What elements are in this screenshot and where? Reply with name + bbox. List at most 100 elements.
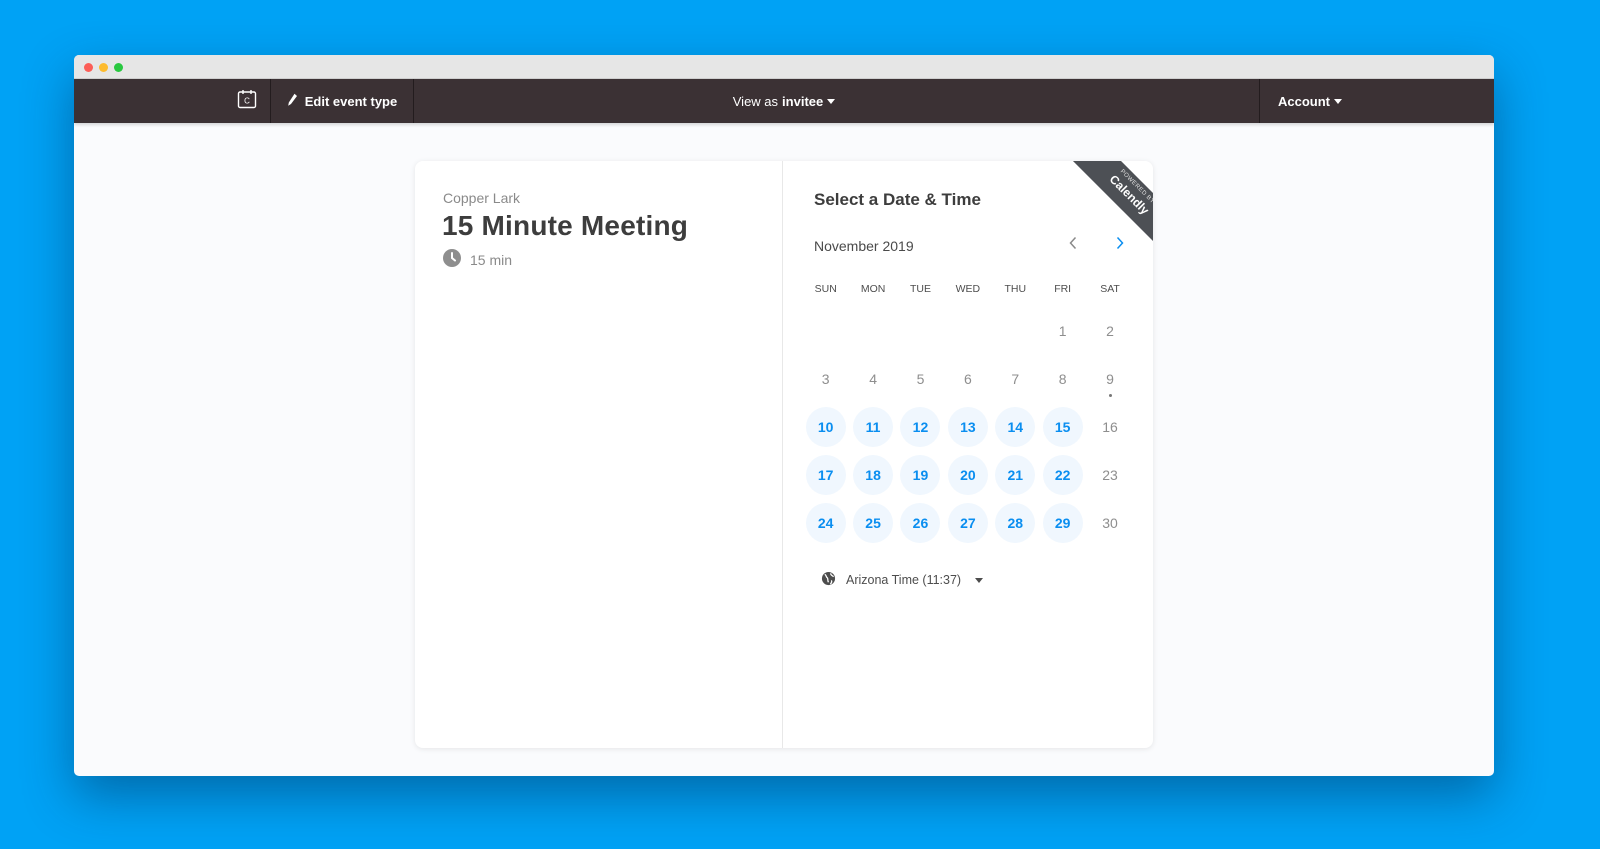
day-number: 26 <box>900 503 941 543</box>
calendar-day-unavailable: 9 <box>1086 355 1133 403</box>
calendar-day-unavailable: 2 <box>1086 307 1133 355</box>
today-indicator-dot <box>1108 394 1112 397</box>
day-number: 2 <box>1106 323 1114 339</box>
timezone-selector[interactable]: Arizona Time (11:37) <box>821 571 984 589</box>
host-name: Copper Lark <box>443 190 521 206</box>
day-number: 28 <box>995 503 1036 543</box>
calendar-day-available[interactable]: 24 <box>802 499 849 547</box>
calendar-day-available[interactable]: 11 <box>849 403 896 451</box>
weekday-label: THU <box>1004 283 1027 295</box>
calendar-day-available[interactable]: 18 <box>849 451 896 499</box>
day-number: 11 <box>853 407 894 447</box>
event-duration: 15 min <box>443 249 512 270</box>
edit-event-type-button[interactable]: Edit event type <box>270 79 414 123</box>
calendar-day-available[interactable]: 25 <box>849 499 896 547</box>
day-number: 27 <box>947 503 988 543</box>
calendar-day-unavailable: 5 <box>897 355 944 403</box>
calendar-day-available[interactable]: 22 <box>1039 451 1086 499</box>
weekday-label: WED <box>955 283 981 295</box>
nav-divider <box>413 79 414 123</box>
weekday-label: MON <box>860 283 886 295</box>
duration-label: 15 min <box>470 251 513 268</box>
calendar-day-unavailable: 6 <box>944 355 991 403</box>
home-logo-button[interactable]: C <box>224 79 270 123</box>
day-number: 10 <box>805 407 846 447</box>
calendar-grid: 1 2 3 4 5 6 7 8 9 10 11 12 13 14 15 16 17 18 19 20 21 22 23 24 2… <box>802 307 1134 547</box>
calendar-blank-cell <box>802 307 849 355</box>
calendar-blank-cell <box>944 307 991 355</box>
day-number: 23 <box>1102 467 1118 483</box>
day-number: 25 <box>853 503 894 543</box>
ribbon-brand: Calendly <box>1106 172 1152 218</box>
day-number: 7 <box>1011 371 1020 387</box>
pencil-icon <box>287 93 298 110</box>
event-details-panel: Copper Lark 15 Minute Meeting 15 min <box>415 161 783 748</box>
day-number: 21 <box>995 455 1036 495</box>
calendar-day-available[interactable]: 17 <box>802 451 849 499</box>
day-number: 9 <box>1106 371 1114 387</box>
view-as-prefix: View as <box>732 93 779 109</box>
day-number: 4 <box>869 371 877 387</box>
calendar-day-available[interactable]: 29 <box>1039 499 1086 547</box>
event-title: 15 Minute Meeting <box>442 210 689 241</box>
day-number: 30 <box>1102 515 1118 531</box>
powered-by-ribbon[interactable]: POWERED BY Calendly <box>1057 161 1153 257</box>
weekday-label: FRI <box>1054 283 1072 295</box>
calendar-c-icon: C <box>237 89 257 114</box>
caret-down-icon <box>1334 98 1342 104</box>
calendar-day-unavailable: 30 <box>1086 499 1133 547</box>
calendar-day-available[interactable]: 21 <box>992 451 1039 499</box>
calendar-day-unavailable: 4 <box>849 355 896 403</box>
calendar-blank-cell <box>992 307 1039 355</box>
calendar-day-available[interactable]: 12 <box>897 403 944 451</box>
calendar-day-unavailable: 3 <box>802 355 849 403</box>
account-dropdown[interactable]: Account <box>1260 79 1494 123</box>
weekday-header: SUN MON TUE WED THU FRI SAT <box>802 283 1134 295</box>
close-window-button[interactable] <box>84 63 93 72</box>
calendar-day-available[interactable]: 28 <box>992 499 1039 547</box>
clock-icon <box>443 249 461 270</box>
calendar-day-unavailable: 1 <box>1039 307 1086 355</box>
day-number: 16 <box>1102 419 1118 435</box>
current-month: November 2019 <box>814 238 914 254</box>
day-number: 3 <box>821 371 830 387</box>
calendar-day-available[interactable]: 26 <box>897 499 944 547</box>
calendar-day-available[interactable]: 14 <box>992 403 1039 451</box>
caret-down-icon <box>827 98 836 104</box>
top-navbar: C Edit event type View as invitee Accoun… <box>74 79 1494 123</box>
select-date-title: Select a Date & Time <box>814 190 981 209</box>
day-number: 13 <box>947 407 988 447</box>
calendar-day-unavailable: 23 <box>1086 451 1133 499</box>
day-number: 29 <box>1042 503 1083 543</box>
calendar-blank-cell <box>897 307 944 355</box>
globe-icon <box>821 571 836 589</box>
calendar-day-available[interactable]: 10 <box>802 403 849 451</box>
calendar-day-unavailable: 8 <box>1039 355 1086 403</box>
calendar-day-available[interactable]: 20 <box>944 451 991 499</box>
day-number: 18 <box>853 455 894 495</box>
calendar-day-available[interactable]: 13 <box>944 403 991 451</box>
day-number: 15 <box>1042 407 1083 447</box>
day-number: 19 <box>900 455 941 495</box>
view-as-dropdown[interactable]: View as invitee <box>674 79 894 123</box>
calendar-day-available[interactable]: 27 <box>944 499 991 547</box>
calendar-blank-cell <box>849 307 896 355</box>
calendar-day-unavailable: 7 <box>992 355 1039 403</box>
weekday-label: SAT <box>1100 283 1120 295</box>
day-number: 8 <box>1058 371 1067 387</box>
weekday-label: SUN <box>814 283 837 295</box>
day-number: 14 <box>995 407 1036 447</box>
timezone-label: Arizona Time (11:37) <box>846 573 962 587</box>
day-number: 24 <box>805 503 846 543</box>
day-number: 1 <box>1058 323 1067 339</box>
calendar-day-unavailable: 16 <box>1086 403 1133 451</box>
day-number: 5 <box>916 371 925 387</box>
minimize-window-button[interactable] <box>99 63 108 72</box>
day-number: 12 <box>900 407 941 447</box>
calendar-day-available[interactable]: 15 <box>1039 403 1086 451</box>
day-number: 17 <box>805 455 846 495</box>
day-number: 20 <box>947 455 988 495</box>
day-number: 6 <box>963 371 972 387</box>
calendar-day-available[interactable]: 19 <box>897 451 944 499</box>
maximize-window-button[interactable] <box>114 63 123 72</box>
